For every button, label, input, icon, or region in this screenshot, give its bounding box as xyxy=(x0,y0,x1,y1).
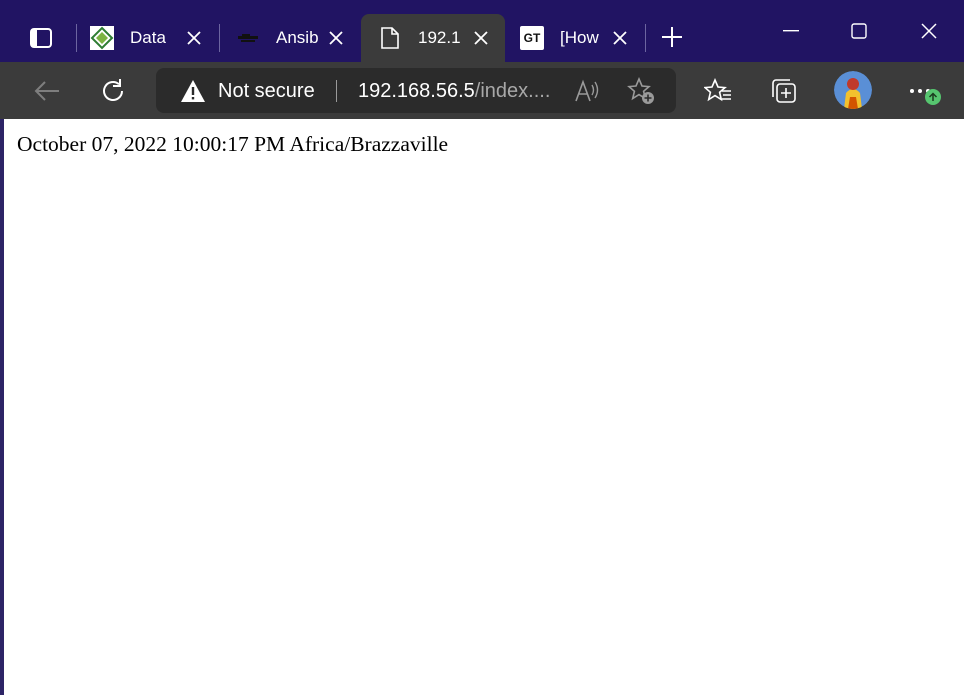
minimize-icon xyxy=(783,30,799,32)
tab-192-active[interactable]: 192.1 xyxy=(361,14,505,62)
close-icon xyxy=(921,23,937,39)
read-aloud-icon xyxy=(575,79,599,102)
browser-toolbar: Not secure 192.168.56.5/index.... xyxy=(0,62,964,119)
tab-actions-icon xyxy=(30,28,52,48)
minimize-button[interactable] xyxy=(756,0,826,62)
browser-window: Data : Ansib xyxy=(0,0,964,695)
maximize-icon xyxy=(851,23,867,39)
tab-title: Data : xyxy=(130,28,168,47)
url-host: 192.168.56.5 xyxy=(358,80,475,102)
favorites-button[interactable] xyxy=(698,71,738,111)
tab-title: 192.1 xyxy=(418,28,460,47)
page-content: October 07, 2022 10:00:17 PM Africa/Braz… xyxy=(4,119,964,695)
close-tab-icon[interactable] xyxy=(608,26,632,50)
address-separator xyxy=(336,80,337,102)
profile-avatar[interactable] xyxy=(834,71,872,109)
favorites-icon xyxy=(704,78,731,102)
tab-separator xyxy=(645,24,646,52)
close-tab-icon[interactable] xyxy=(182,26,206,50)
tab-separator xyxy=(219,24,220,52)
green-logo-favicon xyxy=(90,26,114,50)
read-aloud-button[interactable] xyxy=(572,76,602,106)
security-status[interactable]: Not secure xyxy=(218,80,315,103)
update-available-badge xyxy=(925,89,941,105)
back-button[interactable] xyxy=(27,71,67,111)
ansible-dark-favicon xyxy=(236,26,260,50)
tab-data[interactable]: Data : xyxy=(78,14,218,62)
datetime-text: October 07, 2022 10:00:17 PM Africa/Braz… xyxy=(17,132,449,156)
page-icon xyxy=(378,26,402,50)
close-tab-icon[interactable] xyxy=(469,26,493,50)
url-text[interactable]: 192.168.56.5/index.... xyxy=(358,80,550,103)
address-bar[interactable]: Not secure 192.168.56.5/index.... xyxy=(156,68,676,113)
tab-strip: Data : Ansib xyxy=(0,0,964,62)
tab-title: Ansib xyxy=(276,28,319,47)
profile-picture-icon xyxy=(834,71,872,109)
tab-title: [How xyxy=(560,28,599,47)
plus-icon xyxy=(662,27,682,47)
gt-favicon-text: GT xyxy=(523,31,541,45)
collections-button[interactable] xyxy=(764,71,804,111)
tab-how[interactable]: GT [How xyxy=(506,14,644,62)
tab-separator xyxy=(76,24,77,52)
maximize-button[interactable] xyxy=(824,0,894,62)
warning-icon xyxy=(181,80,205,102)
close-window-button[interactable] xyxy=(894,0,964,62)
collections-icon xyxy=(772,79,796,103)
tab-ansible[interactable]: Ansib xyxy=(222,14,360,62)
new-tab-button[interactable] xyxy=(652,17,692,57)
refresh-button[interactable] xyxy=(93,71,133,111)
url-path: /index.... xyxy=(474,80,551,102)
star-add-icon xyxy=(627,77,654,104)
up-arrow-icon xyxy=(928,92,938,101)
add-favorite-button[interactable] xyxy=(626,76,656,106)
tab-actions-button[interactable] xyxy=(18,16,64,60)
back-arrow-icon xyxy=(34,81,59,101)
close-tab-icon[interactable] xyxy=(324,26,348,50)
refresh-icon xyxy=(103,79,123,101)
gt-favicon: GT xyxy=(520,26,544,50)
